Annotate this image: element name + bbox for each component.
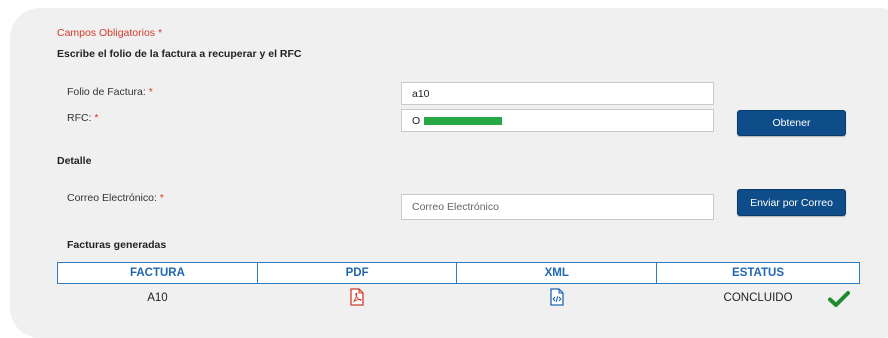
col-factura: FACTURA: [57, 262, 258, 284]
required-fields-title: Campos Obligatorios *: [57, 27, 163, 39]
cell-xml: [457, 284, 657, 313]
xml-code-file-icon[interactable]: [550, 287, 564, 309]
table-header-row: FACTURA PDF XML ESTATUS: [57, 262, 860, 284]
send-email-button[interactable]: Enviar por Correo: [737, 189, 846, 216]
folio-label: Folio de Factura: *: [67, 86, 153, 98]
cell-factura: A10: [147, 292, 168, 304]
detail-section-title: Detalle: [57, 155, 92, 167]
invoices-table: FACTURA PDF XML ESTATUS A10 CONCLUIDO: [57, 262, 860, 312]
col-pdf: PDF: [256, 262, 458, 284]
obtain-button[interactable]: Obtener: [737, 110, 846, 136]
folio-input[interactable]: a10: [401, 82, 714, 105]
cell-pdf: [257, 284, 457, 313]
pdf-file-icon[interactable]: [350, 287, 364, 309]
invoices-title: Facturas generadas: [67, 239, 167, 251]
checkmark-icon: [828, 290, 850, 313]
email-input[interactable]: Correo Electrónico: [401, 194, 714, 220]
instruction-text: Escribe el folio de la factura a recuper…: [57, 48, 302, 60]
col-xml: XML: [456, 262, 658, 284]
table-row: A10 CONCLUIDO: [58, 284, 860, 313]
col-estatus: ESTATUS: [656, 262, 860, 284]
email-label: Correo Electrónico: *: [67, 192, 164, 204]
redaction-mask: [424, 116, 503, 125]
rfc-label: RFC: *: [67, 112, 99, 124]
rfc-input[interactable]: O: [401, 109, 714, 132]
